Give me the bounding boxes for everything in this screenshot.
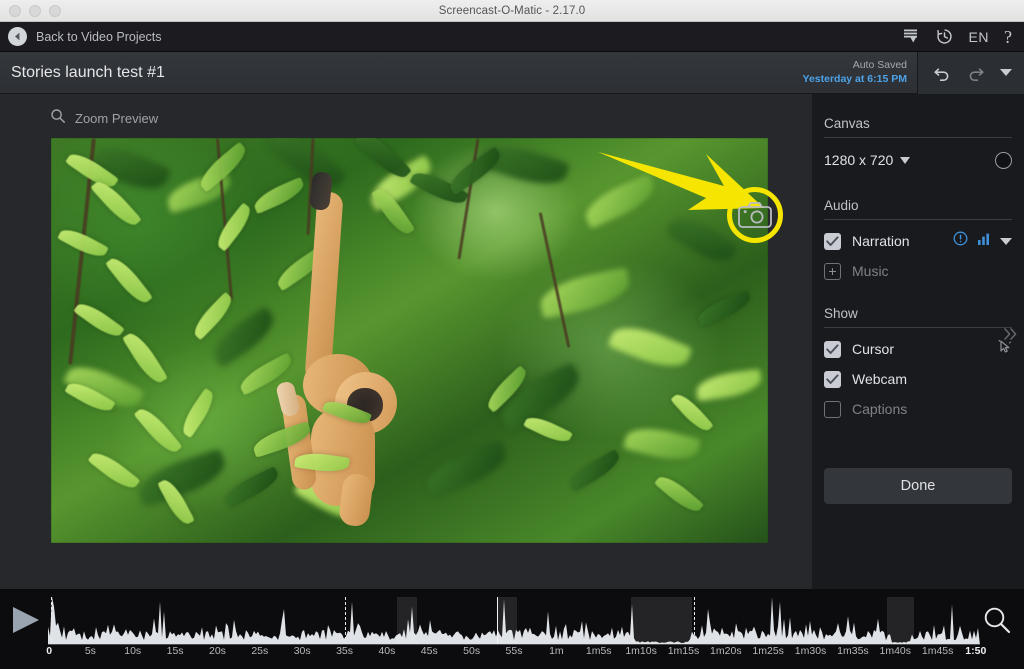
timeline-tick: 1:50 bbox=[965, 645, 987, 657]
canvas-resolution-value[interactable]: 1280 x 720 bbox=[824, 152, 893, 168]
audio-section-title: Audio bbox=[824, 198, 859, 213]
zoom-preview-control[interactable]: Zoom Preview bbox=[50, 108, 158, 129]
undo-icon[interactable] bbox=[932, 63, 952, 83]
timeline-tick: 35s bbox=[336, 645, 353, 657]
webcam-checkbox[interactable] bbox=[824, 370, 841, 388]
audio-waveform[interactable] bbox=[48, 597, 980, 645]
show-item-webcam: Webcam bbox=[812, 364, 1024, 394]
narration-checkbox[interactable] bbox=[824, 232, 841, 250]
project-bar: Stories launch test #1 Auto Saved Yester… bbox=[0, 51, 1024, 94]
page-title: Stories launch test #1 bbox=[11, 63, 165, 81]
captions-checkbox[interactable] bbox=[824, 400, 841, 418]
magnifier-zoom-icon[interactable] bbox=[982, 605, 1012, 640]
timeline-tick: 1m15s bbox=[667, 645, 700, 657]
back-to-video-projects-button[interactable]: Back to Video Projects bbox=[8, 27, 162, 46]
history-clock-icon[interactable] bbox=[935, 27, 954, 46]
timeline-tick: 25s bbox=[251, 645, 269, 657]
timeline-tick: 1m45s bbox=[921, 645, 954, 657]
timeline-tick: 1m bbox=[549, 645, 564, 657]
settings-panel: Canvas 1280 x 720 Audio Narration + Musi… bbox=[812, 94, 1024, 589]
timeline-tick: 30s bbox=[293, 645, 311, 657]
show-section-title: Show bbox=[824, 306, 858, 321]
camera-icon[interactable] bbox=[735, 195, 775, 235]
import-download-icon[interactable] bbox=[901, 27, 920, 46]
chevron-down-icon[interactable] bbox=[1000, 237, 1012, 245]
add-music-button[interactable]: + bbox=[824, 262, 841, 280]
timeline-tick: 1m5s bbox=[585, 645, 612, 657]
warning-circle-icon[interactable] bbox=[953, 231, 968, 251]
undo-redo-group bbox=[917, 51, 1024, 94]
timeline-tick: 45s bbox=[420, 645, 438, 657]
zoom-preview-label: Zoom Preview bbox=[75, 111, 159, 126]
magnifier-icon bbox=[50, 108, 66, 129]
redo-icon[interactable] bbox=[966, 63, 986, 83]
timeline-zoom-segment[interactable] bbox=[630, 597, 692, 645]
timeline[interactable]: 0 5s 10s 15s 20s 25s 30s 35s 40s 45s 50s 55s 1m 1m5s 1… bbox=[0, 589, 1024, 669]
canvas-section-title: Canvas bbox=[824, 116, 870, 131]
levels-bars-icon[interactable] bbox=[977, 232, 991, 251]
timeline-tick: 1m20s bbox=[710, 645, 742, 657]
music-label: Music bbox=[852, 263, 889, 279]
done-button[interactable]: Done bbox=[824, 468, 1012, 504]
timeline-marker[interactable] bbox=[50, 597, 52, 645]
autosave-label: Auto Saved bbox=[852, 59, 907, 72]
cursor-label: Cursor bbox=[852, 341, 895, 357]
chevron-down-icon[interactable] bbox=[900, 156, 911, 164]
timeline-marker[interactable] bbox=[497, 597, 499, 645]
timeline-tick: 50s bbox=[463, 645, 481, 657]
timeline-tick: 1m10s bbox=[625, 645, 657, 657]
canvas-resolution-row: 1280 x 720 bbox=[812, 144, 1024, 176]
narration-label: Narration bbox=[852, 233, 910, 249]
autosave-timestamp: Yesterday at 6:15 PM bbox=[802, 72, 907, 85]
timeline-tick: 1m30s bbox=[794, 645, 827, 657]
back-button-label: Back to Video Projects bbox=[36, 29, 162, 44]
timeline-tick: 1m40s bbox=[879, 645, 912, 657]
timeline-tick: 0 bbox=[46, 645, 53, 657]
cursor-checkbox[interactable] bbox=[824, 340, 841, 358]
timeline-tick: 5s bbox=[84, 645, 96, 657]
app-topbar: Back to Video Projects EN ? bbox=[0, 22, 1024, 52]
timeline-tick: 55s bbox=[505, 645, 523, 657]
timeline-zoom-segment[interactable] bbox=[886, 597, 914, 645]
divider bbox=[824, 137, 1012, 138]
help-icon[interactable]: ? bbox=[1004, 28, 1012, 46]
audio-item-music: + Music bbox=[812, 256, 1024, 286]
double-chevron-right-icon[interactable] bbox=[1002, 326, 1020, 346]
autosave-status: Auto Saved Yesterday at 6:15 PM bbox=[803, 59, 907, 85]
timeline-zoom-segment[interactable] bbox=[497, 597, 518, 645]
timeline-tick: 20s bbox=[208, 645, 226, 657]
play-triangle-icon[interactable] bbox=[10, 605, 42, 640]
show-item-captions: Captions bbox=[812, 394, 1024, 424]
captions-label: Captions bbox=[852, 401, 908, 417]
chevron-down-icon[interactable] bbox=[1000, 69, 1012, 76]
timeline-tick: 10s bbox=[124, 645, 142, 657]
timeline-tick: 1m35s bbox=[837, 645, 869, 657]
topbar-actions: EN ? bbox=[901, 27, 1012, 46]
show-item-cursor: Cursor bbox=[812, 334, 1024, 364]
window-title: Screencast-O-Matic - 2.17.0 bbox=[438, 4, 586, 17]
timeline-tick: 15s bbox=[166, 645, 184, 657]
canvas-color-dot[interactable] bbox=[995, 151, 1012, 169]
window-titlebar: Screencast-O-Matic - 2.17.0 bbox=[0, 0, 1024, 22]
timeline-marker[interactable] bbox=[344, 597, 346, 645]
timeline-axis: 0 5s 10s 15s 20s 25s 30s 35s 40s 45s 50s 55s 1m 1m5s 1… bbox=[46, 645, 986, 663]
divider bbox=[824, 219, 1012, 220]
timeline-tick: 1m25s bbox=[752, 645, 784, 657]
timeline-tick: 40s bbox=[378, 645, 396, 657]
language-selector[interactable]: EN bbox=[969, 29, 989, 45]
timeline-marker[interactable] bbox=[694, 597, 696, 645]
audio-item-narration: Narration bbox=[812, 226, 1024, 256]
editor-stage: Zoom Preview bbox=[0, 94, 812, 589]
narration-actions bbox=[953, 231, 1012, 251]
timeline-zoom-segment[interactable] bbox=[397, 597, 418, 645]
divider bbox=[824, 327, 1012, 328]
webcam-label: Webcam bbox=[852, 371, 907, 387]
back-arrow-circle-icon bbox=[8, 27, 27, 46]
